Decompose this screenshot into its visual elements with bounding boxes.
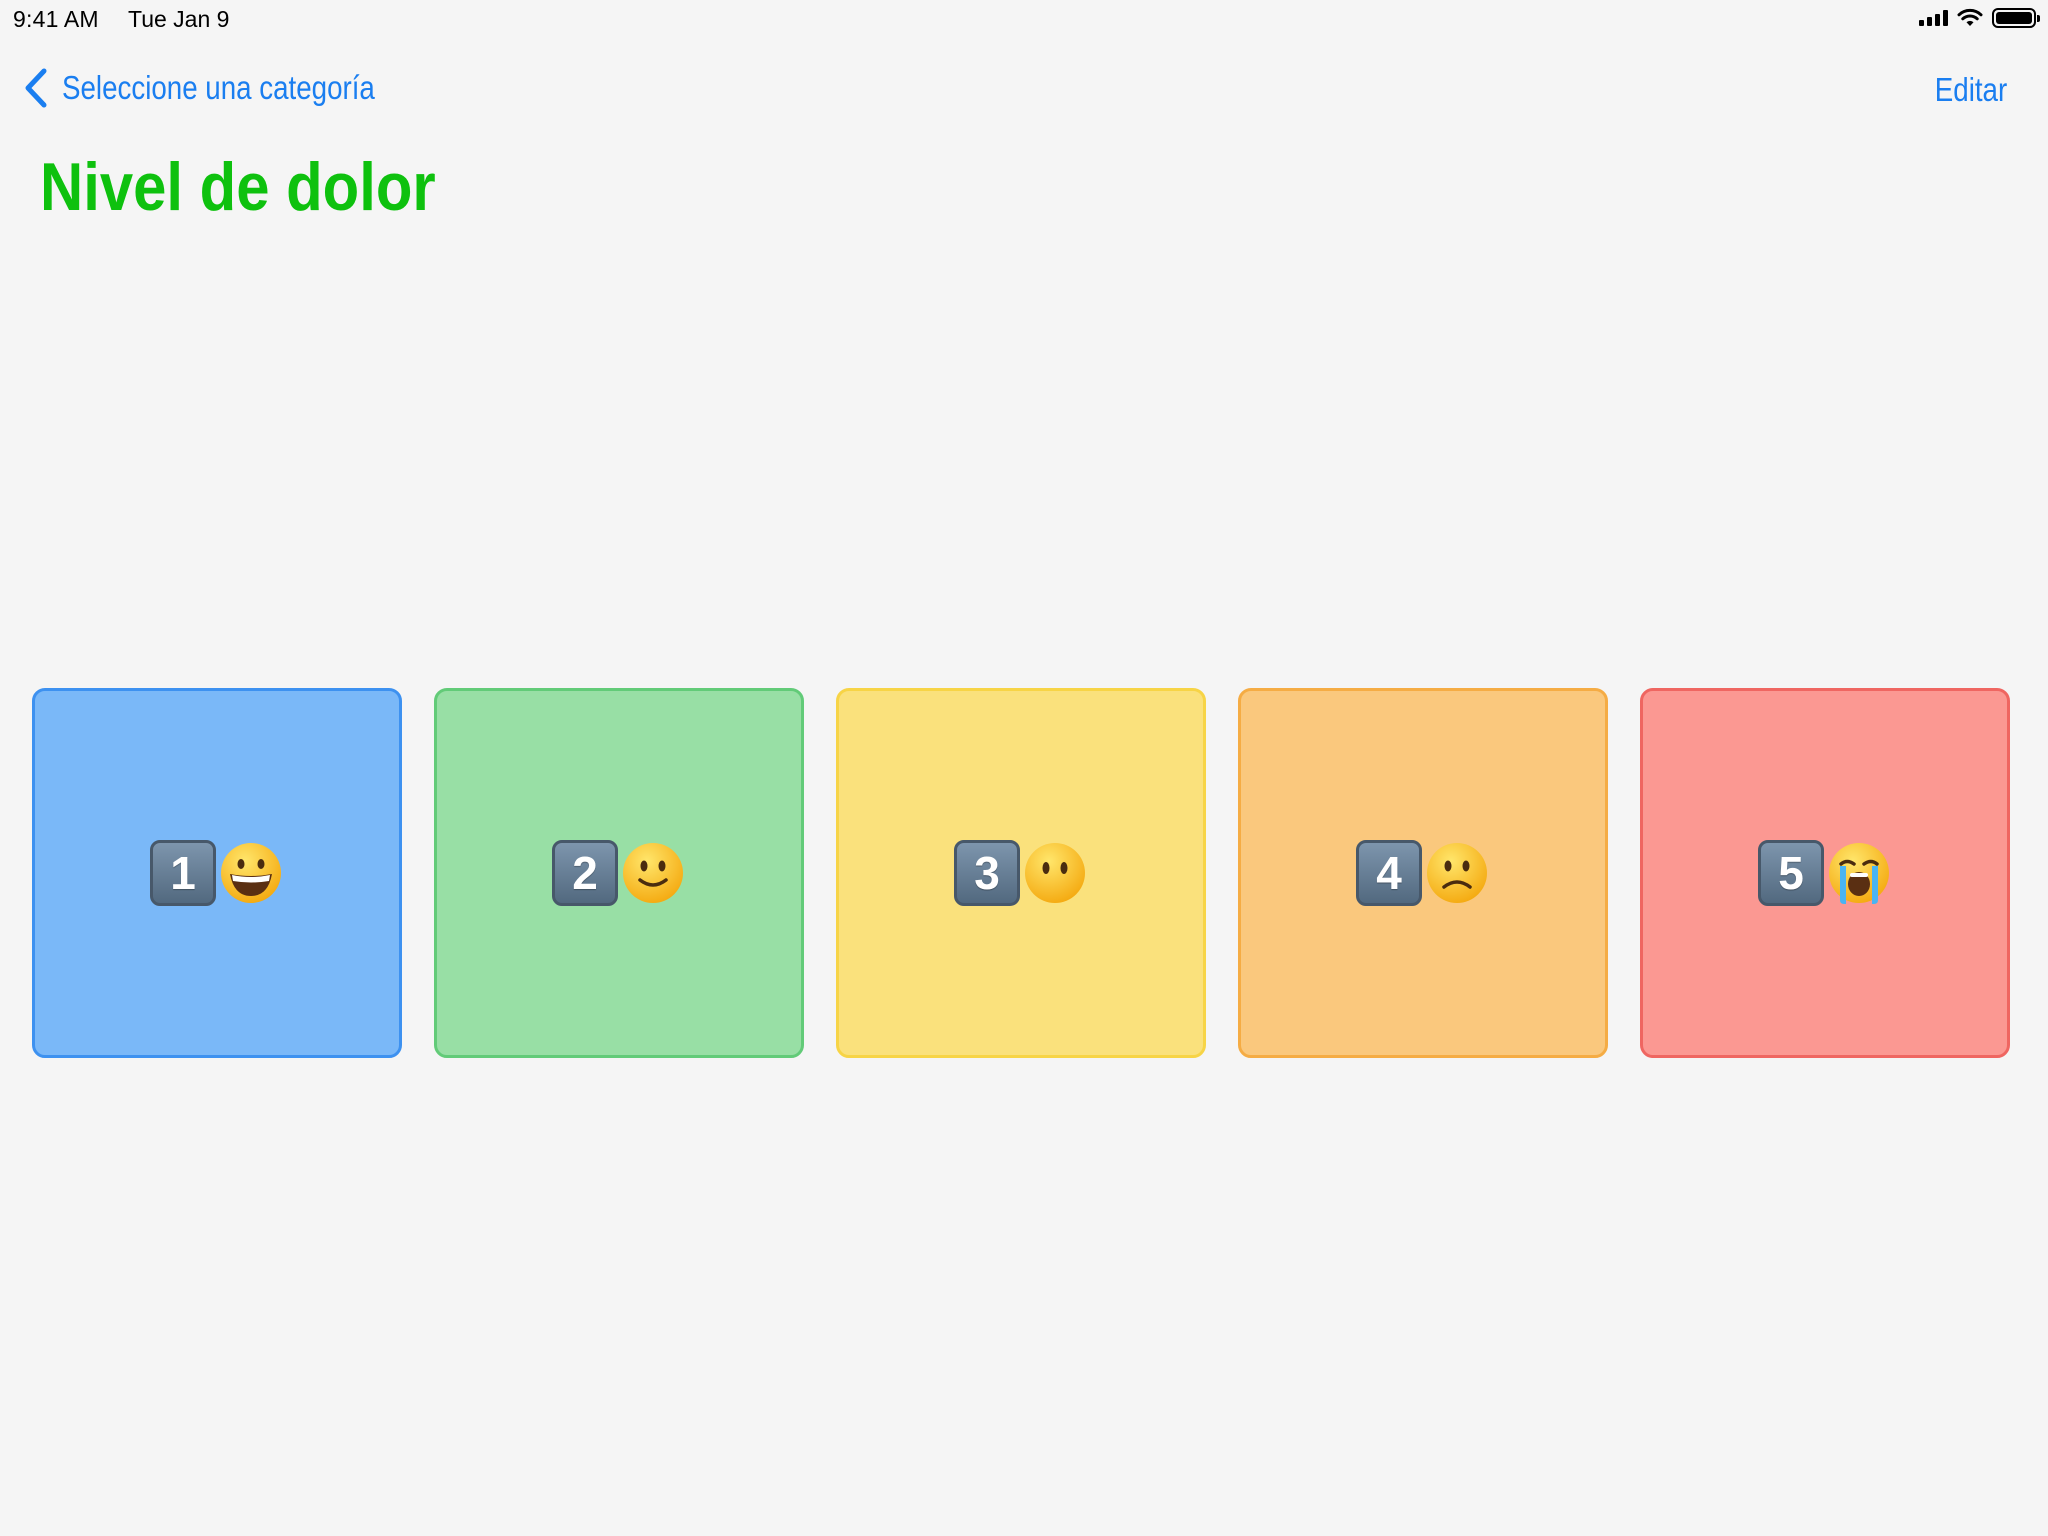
page-title: Nivel de dolor	[40, 149, 436, 225]
wifi-icon	[1957, 8, 1983, 26]
cellular-signal-icon	[1919, 10, 1948, 26]
keycap-digit: 4	[1356, 840, 1422, 906]
status-bar: 9:41 AM Tue Jan 9	[0, 0, 2048, 40]
battery-icon	[1992, 8, 2040, 28]
pain-level-tile-4[interactable]: 4	[1238, 688, 1608, 1058]
chevron-left-icon	[25, 68, 47, 108]
back-button-label: Seleccione una categoría	[62, 69, 375, 106]
grinning-face-icon	[221, 843, 281, 903]
face-without-mouth-icon	[1025, 843, 1085, 903]
back-button[interactable]: Seleccione una categoría	[22, 66, 434, 110]
slightly-smiling-face-icon	[623, 843, 683, 903]
keycap-digit: 3	[954, 840, 1020, 906]
pain-level-tile-3[interactable]: 3	[836, 688, 1206, 1058]
pain-level-tile-5[interactable]: 5	[1640, 688, 2010, 1058]
keycap-digit: 2	[552, 840, 618, 906]
keycap-digit: 1	[150, 840, 216, 906]
loudly-crying-face-icon	[1829, 843, 1889, 904]
edit-button[interactable]: Editar	[1935, 71, 2007, 109]
status-icons	[1919, 8, 2040, 28]
navigation-bar: Seleccione una categoría Editar	[0, 62, 2048, 122]
status-time: 9:41 AM	[13, 6, 99, 32]
pain-level-tile-2[interactable]: 2	[434, 688, 804, 1058]
pain-level-tile-1[interactable]: 1	[32, 688, 402, 1058]
status-date: Tue Jan 9	[128, 6, 230, 32]
pain-level-grid: 1 2 3 4 5	[32, 688, 2010, 1058]
keycap-digit: 5	[1758, 840, 1824, 906]
slightly-frowning-face-icon	[1427, 843, 1487, 903]
